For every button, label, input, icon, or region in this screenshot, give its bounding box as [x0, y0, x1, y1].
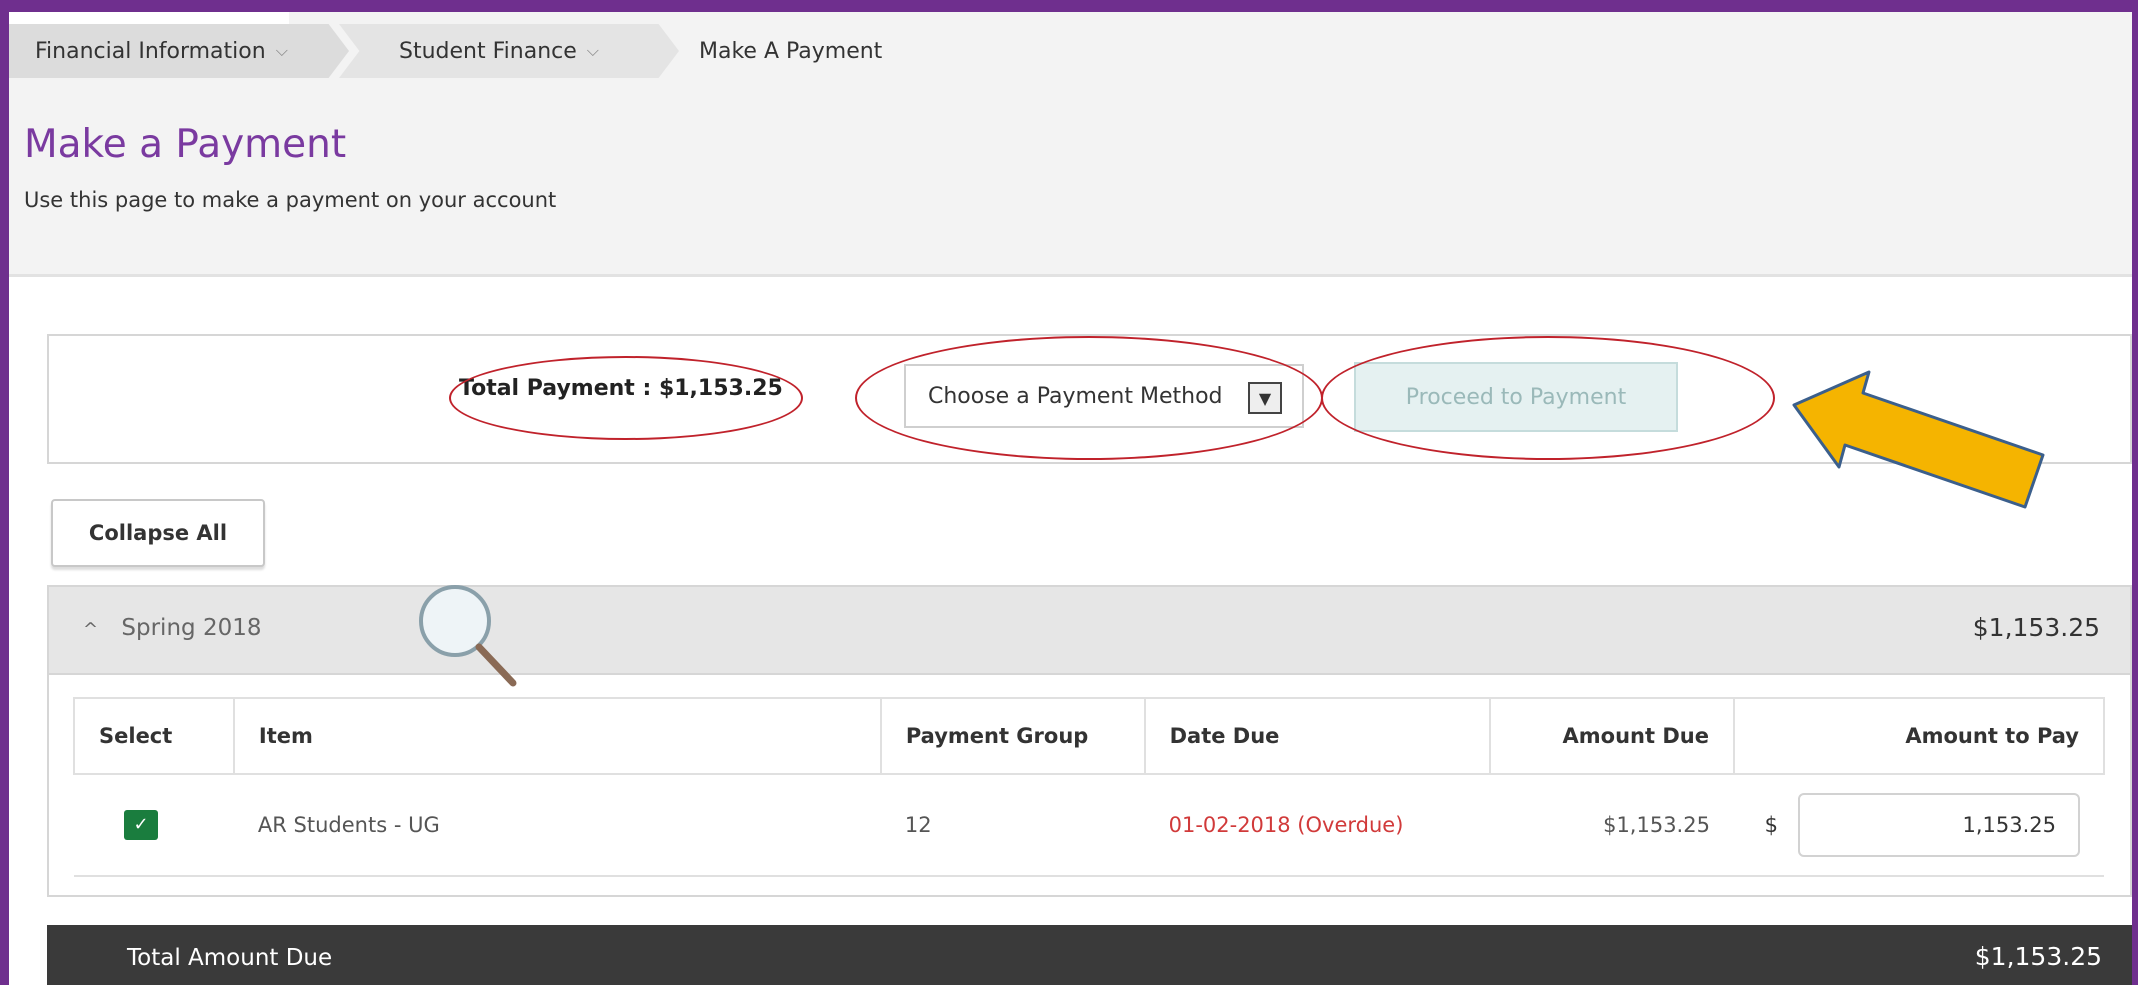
checkbox-checked-icon[interactable]: ✓ [124, 810, 158, 840]
payment-group: 12 [880, 774, 1145, 877]
logo-strip [9, 12, 289, 24]
chevron-up-icon: ^ [83, 619, 99, 640]
currency-symbol: $ [1764, 813, 1778, 837]
page-title: Make a Payment [24, 122, 347, 167]
charges-table: Select Item Payment Group Date Due Amoun… [73, 697, 2106, 877]
table-header-row: Select Item Payment Group Date Due Amoun… [73, 697, 2106, 775]
column-header-amount-due: Amount Due [1489, 697, 1735, 775]
item-name: AR Students - UG [233, 774, 881, 877]
term-header[interactable]: ^ Spring 2018 $1,153.25 [49, 585, 2130, 687]
collapse-all-button[interactable]: Collapse All [51, 499, 265, 567]
term-total: $1,153.25 [1972, 613, 2100, 642]
date-due: 01-02-2018 (Overdue) [1144, 774, 1491, 877]
annotation-circle [449, 356, 803, 440]
column-header-select: Select [73, 697, 235, 775]
annotation-circle [855, 336, 1323, 460]
breadcrumb-student-finance[interactable]: Student Finance ⌵ [339, 24, 679, 78]
arrow-annotation-icon [1792, 370, 2045, 509]
magnifier-icon [419, 585, 517, 687]
amount-to-pay-input[interactable]: 1,153.25 [1798, 793, 2080, 857]
breadcrumb-financial-information[interactable]: Financial Information ⌵ [9, 24, 349, 78]
table-row: ✓ AR Students - UG 12 01-02-2018 (Overdu… [74, 774, 2104, 877]
chevron-down-icon: ⌵ [275, 41, 288, 60]
annotation-circle [1321, 336, 1775, 460]
term-title: ^ Spring 2018 [83, 615, 261, 641]
total-amount-due-bar: Total Amount Due $1,153.25 [47, 925, 2132, 985]
total-amount-due-label: Total Amount Due [127, 945, 333, 971]
term-name: Spring 2018 [121, 615, 262, 641]
term-section: ^ Spring 2018 $1,153.25 Select Item Paym… [47, 585, 2132, 897]
column-header-item: Item [232, 697, 882, 775]
breadcrumb-current: Make A Payment [669, 24, 882, 78]
amount-due: $1,153.25 [1490, 774, 1734, 877]
chevron-down-icon: ⌵ [586, 41, 599, 60]
breadcrumb-label: Student Finance [399, 38, 577, 64]
breadcrumb-label: Make A Payment [699, 38, 883, 64]
breadcrumb-label: Financial Information [35, 38, 266, 64]
page-frame: Financial Information ⌵ Student Finance … [9, 12, 2132, 985]
total-amount-due-value: $1,153.25 [1974, 942, 2102, 971]
column-header-payment-group: Payment Group [879, 697, 1146, 775]
column-header-date-due: Date Due [1143, 697, 1492, 775]
breadcrumb: Financial Information ⌵ Student Finance … [9, 24, 2132, 78]
column-header-amount-to-pay: Amount to Pay [1732, 697, 2106, 775]
page-subtitle: Use this page to make a payment on your … [24, 188, 557, 212]
